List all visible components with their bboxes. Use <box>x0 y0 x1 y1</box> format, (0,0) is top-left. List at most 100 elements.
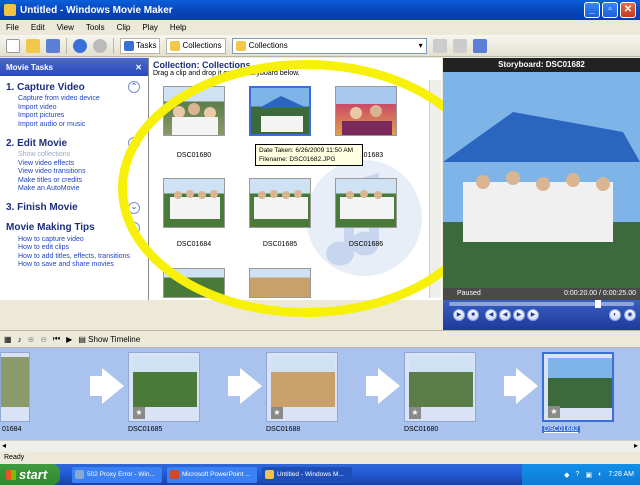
collection-select[interactable]: Collections ▾ <box>231 37 427 54</box>
zoom-in-icon[interactable]: ⊕ <box>28 335 35 344</box>
storyboard-clip[interactable]: ★ <box>128 352 200 422</box>
close-pane-icon[interactable]: ✕ <box>135 63 142 72</box>
storyboard-icon[interactable]: ▦ <box>4 335 12 344</box>
effect-star-icon[interactable]: ★ <box>409 407 421 419</box>
link-show-collections[interactable]: Show collections <box>0 151 148 160</box>
menu-clip[interactable]: Clip <box>117 23 131 32</box>
up-folder-icon[interactable] <box>432 38 447 53</box>
link-video-effects[interactable]: View video effects <box>0 160 148 169</box>
collection-scrollbar[interactable] <box>429 80 441 298</box>
collapse-icon[interactable]: ⌃ <box>128 81 140 93</box>
new-folder-icon[interactable] <box>452 38 467 53</box>
clip-thumbnail-selected[interactable] <box>249 86 311 136</box>
storyboard-clip[interactable] <box>0 352 30 422</box>
section-finish-movie[interactable]: 3. Finish Movie ⌄ <box>0 200 148 216</box>
transition-arrow-icon[interactable] <box>102 368 124 404</box>
playback-time: 0:00:20.00 / 0:00:25.00 <box>563 290 636 297</box>
section-capture-video[interactable]: 1. Capture Video ⌃ <box>0 79 148 95</box>
link-automovie[interactable]: Make an AutoMovie <box>0 185 148 194</box>
menu-tools[interactable]: Tools <box>86 23 105 32</box>
effect-star-icon[interactable]: ★ <box>133 407 145 419</box>
clip-thumbnail[interactable] <box>249 268 311 298</box>
toolbar-separator <box>113 37 114 54</box>
menu-view[interactable]: View <box>57 23 74 32</box>
seek-thumb[interactable] <box>595 300 601 308</box>
link-how-titles[interactable]: How to add titles, effects, transitions <box>0 253 148 262</box>
snapshot-button[interactable]: ◉ <box>624 309 636 321</box>
clip-thumbnail[interactable] <box>335 178 397 228</box>
effect-star-icon[interactable]: ★ <box>548 406 560 418</box>
transition-arrow-icon[interactable] <box>378 368 400 404</box>
transition-arrow-icon[interactable] <box>516 368 538 404</box>
link-how-capture[interactable]: How to capture video <box>0 236 148 245</box>
clip-thumbnail[interactable] <box>335 86 397 136</box>
clip-thumbnail[interactable] <box>163 268 225 298</box>
clip-image <box>409 357 473 407</box>
seek-bar[interactable] <box>449 300 634 308</box>
play-button[interactable]: ▶ <box>453 309 465 321</box>
rewind-button[interactable]: ◀ <box>499 309 511 321</box>
link-import-audio[interactable]: Import audio or music <box>0 121 148 130</box>
scroll-left-icon[interactable]: ◂ <box>2 441 6 450</box>
storyboard-clip-selected[interactable]: ★ <box>542 352 614 422</box>
zoom-out-icon[interactable]: ⊖ <box>40 335 47 344</box>
link-how-save[interactable]: How to save and share movies <box>0 261 148 270</box>
next-frame-button[interactable]: ▶ <box>527 309 539 321</box>
clip-label: DSC01686 <box>348 241 384 248</box>
collections-button[interactable]: Collections <box>166 37 226 54</box>
open-project-icon[interactable] <box>26 38 40 53</box>
forward-button[interactable]: ▶ <box>513 309 525 321</box>
expand-icon[interactable]: ⌄ <box>128 201 140 214</box>
chevron-down-icon[interactable]: ▾ <box>419 41 426 50</box>
effect-star-icon[interactable]: ★ <box>271 407 283 419</box>
section-tips[interactable]: Movie Making Tips ⌃ <box>0 220 148 236</box>
taskbar-task-browser[interactable]: 502 Proxy Error - Win... <box>72 466 162 483</box>
link-import-video[interactable]: Import video <box>0 104 148 113</box>
network-icon[interactable]: ▣ <box>585 471 592 479</box>
storyboard-clip[interactable]: ★ <box>404 352 476 422</box>
menu-play[interactable]: Play <box>142 23 158 32</box>
collapse-icon[interactable]: ⌃ <box>128 137 140 149</box>
menu-edit[interactable]: Edit <box>31 23 45 32</box>
transition-arrow-icon[interactable] <box>240 368 262 404</box>
menu-file[interactable]: File <box>6 23 19 32</box>
clip-thumbnail[interactable] <box>249 178 311 228</box>
link-how-edit[interactable]: How to edit clips <box>0 244 148 253</box>
menu-help[interactable]: Help <box>170 23 186 32</box>
help-icon[interactable]: ? <box>576 471 580 478</box>
scroll-right-icon[interactable]: ▸ <box>634 441 638 450</box>
new-project-icon[interactable] <box>6 38 20 53</box>
taskbar-task-moviemaker[interactable]: Untitled - Windows M... <box>262 466 352 483</box>
tray-app-icon[interactable]: ◆ <box>564 471 569 479</box>
link-capture-device[interactable]: Capture from video device <box>0 95 148 104</box>
show-timeline-button[interactable]: ▤ Show Timeline <box>78 335 140 344</box>
link-video-transitions[interactable]: View video transitions <box>0 168 148 177</box>
storyboard-clip[interactable]: ★ <box>266 352 338 422</box>
clip-thumbnail[interactable] <box>163 86 225 136</box>
views-icon[interactable] <box>472 38 487 53</box>
link-titles-credits[interactable]: Make titles or credits <box>0 177 148 186</box>
previous-frame-button[interactable]: ◀ <box>485 309 497 321</box>
link-import-pictures[interactable]: Import pictures <box>0 112 148 121</box>
start-button[interactable]: start <box>0 464 60 485</box>
close-button[interactable]: ✕ <box>620 2 636 18</box>
volume-icon[interactable]: ◐ <box>598 471 602 478</box>
redo-icon[interactable] <box>93 38 107 53</box>
tasks-button[interactable]: Tasks <box>120 37 161 54</box>
clip-thumbnail[interactable] <box>163 178 225 228</box>
play-storyboard-icon[interactable]: ▶ <box>66 335 72 344</box>
storyboard-scrollbar[interactable]: ◂ ▸ <box>0 440 640 452</box>
collapse-icon[interactable]: ⌃ <box>128 221 140 234</box>
save-project-icon[interactable] <box>46 38 60 53</box>
preview-monitor: Storyboard: DSC01682 <box>443 58 640 300</box>
minimize-button[interactable]: _ <box>584 2 600 18</box>
windows-logo-icon <box>6 469 16 480</box>
set-audio-icon[interactable]: ♪ <box>18 335 22 344</box>
section-edit-movie[interactable]: 2. Edit Movie ⌃ <box>0 135 148 151</box>
maximize-button[interactable]: ▫ <box>602 2 618 18</box>
rewind-storyboard-icon[interactable]: ⏮ <box>53 334 60 344</box>
stop-button[interactable]: ■ <box>467 309 479 321</box>
split-button[interactable]: ◐ <box>609 309 621 321</box>
taskbar-task-powerpoint[interactable]: Microsoft PowerPoint ... <box>167 466 257 483</box>
undo-icon[interactable] <box>73 38 87 53</box>
